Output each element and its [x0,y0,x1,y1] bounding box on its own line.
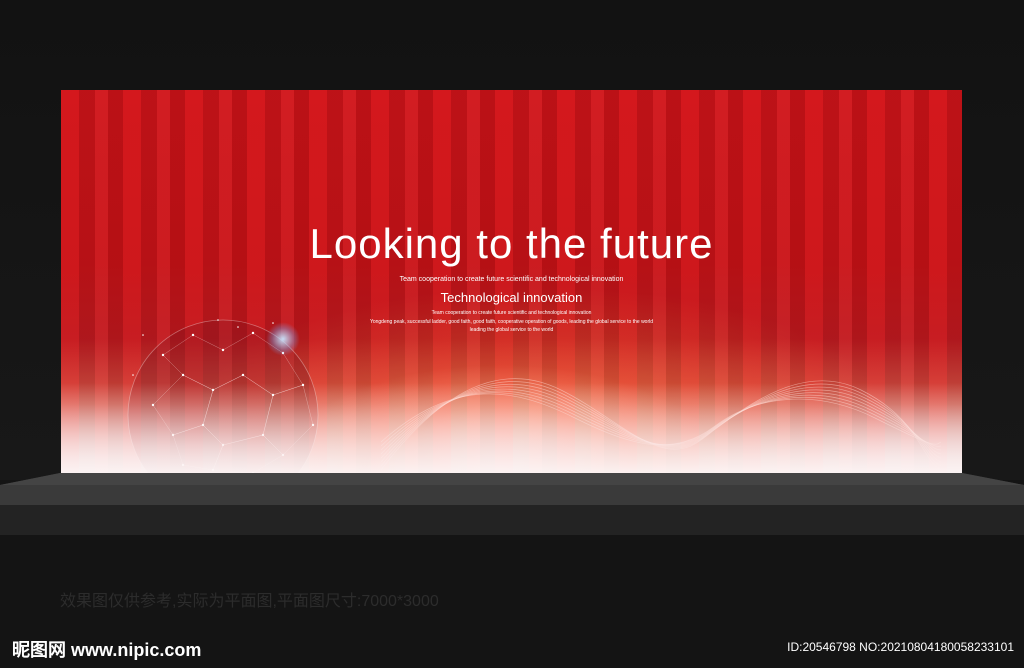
small-line-3: leading the global service to the world [469,327,554,333]
small-line-1: Team cooperation to create future scient… [431,310,592,316]
disclaimer-caption: 效果图仅供参考,实际为平面图,平面图尺寸:7000*3000 [60,593,439,610]
nipic-logo: 昵图网 www.nipic.com [12,640,202,660]
stage-front [0,505,1024,535]
tech-title: Technological innovation [440,290,583,305]
small-line-2: Yongdeng peak, successful ladder, good f… [369,319,654,325]
subline: Team cooperation to create future scient… [399,276,624,283]
headline: Looking to the future [309,220,714,267]
image-id-text: ID:20546798 NO:20210804180058233101 [787,640,1014,654]
bottom-fade [61,383,962,473]
backdrop-banner: Looking to the future Team cooperation t… [61,90,962,473]
